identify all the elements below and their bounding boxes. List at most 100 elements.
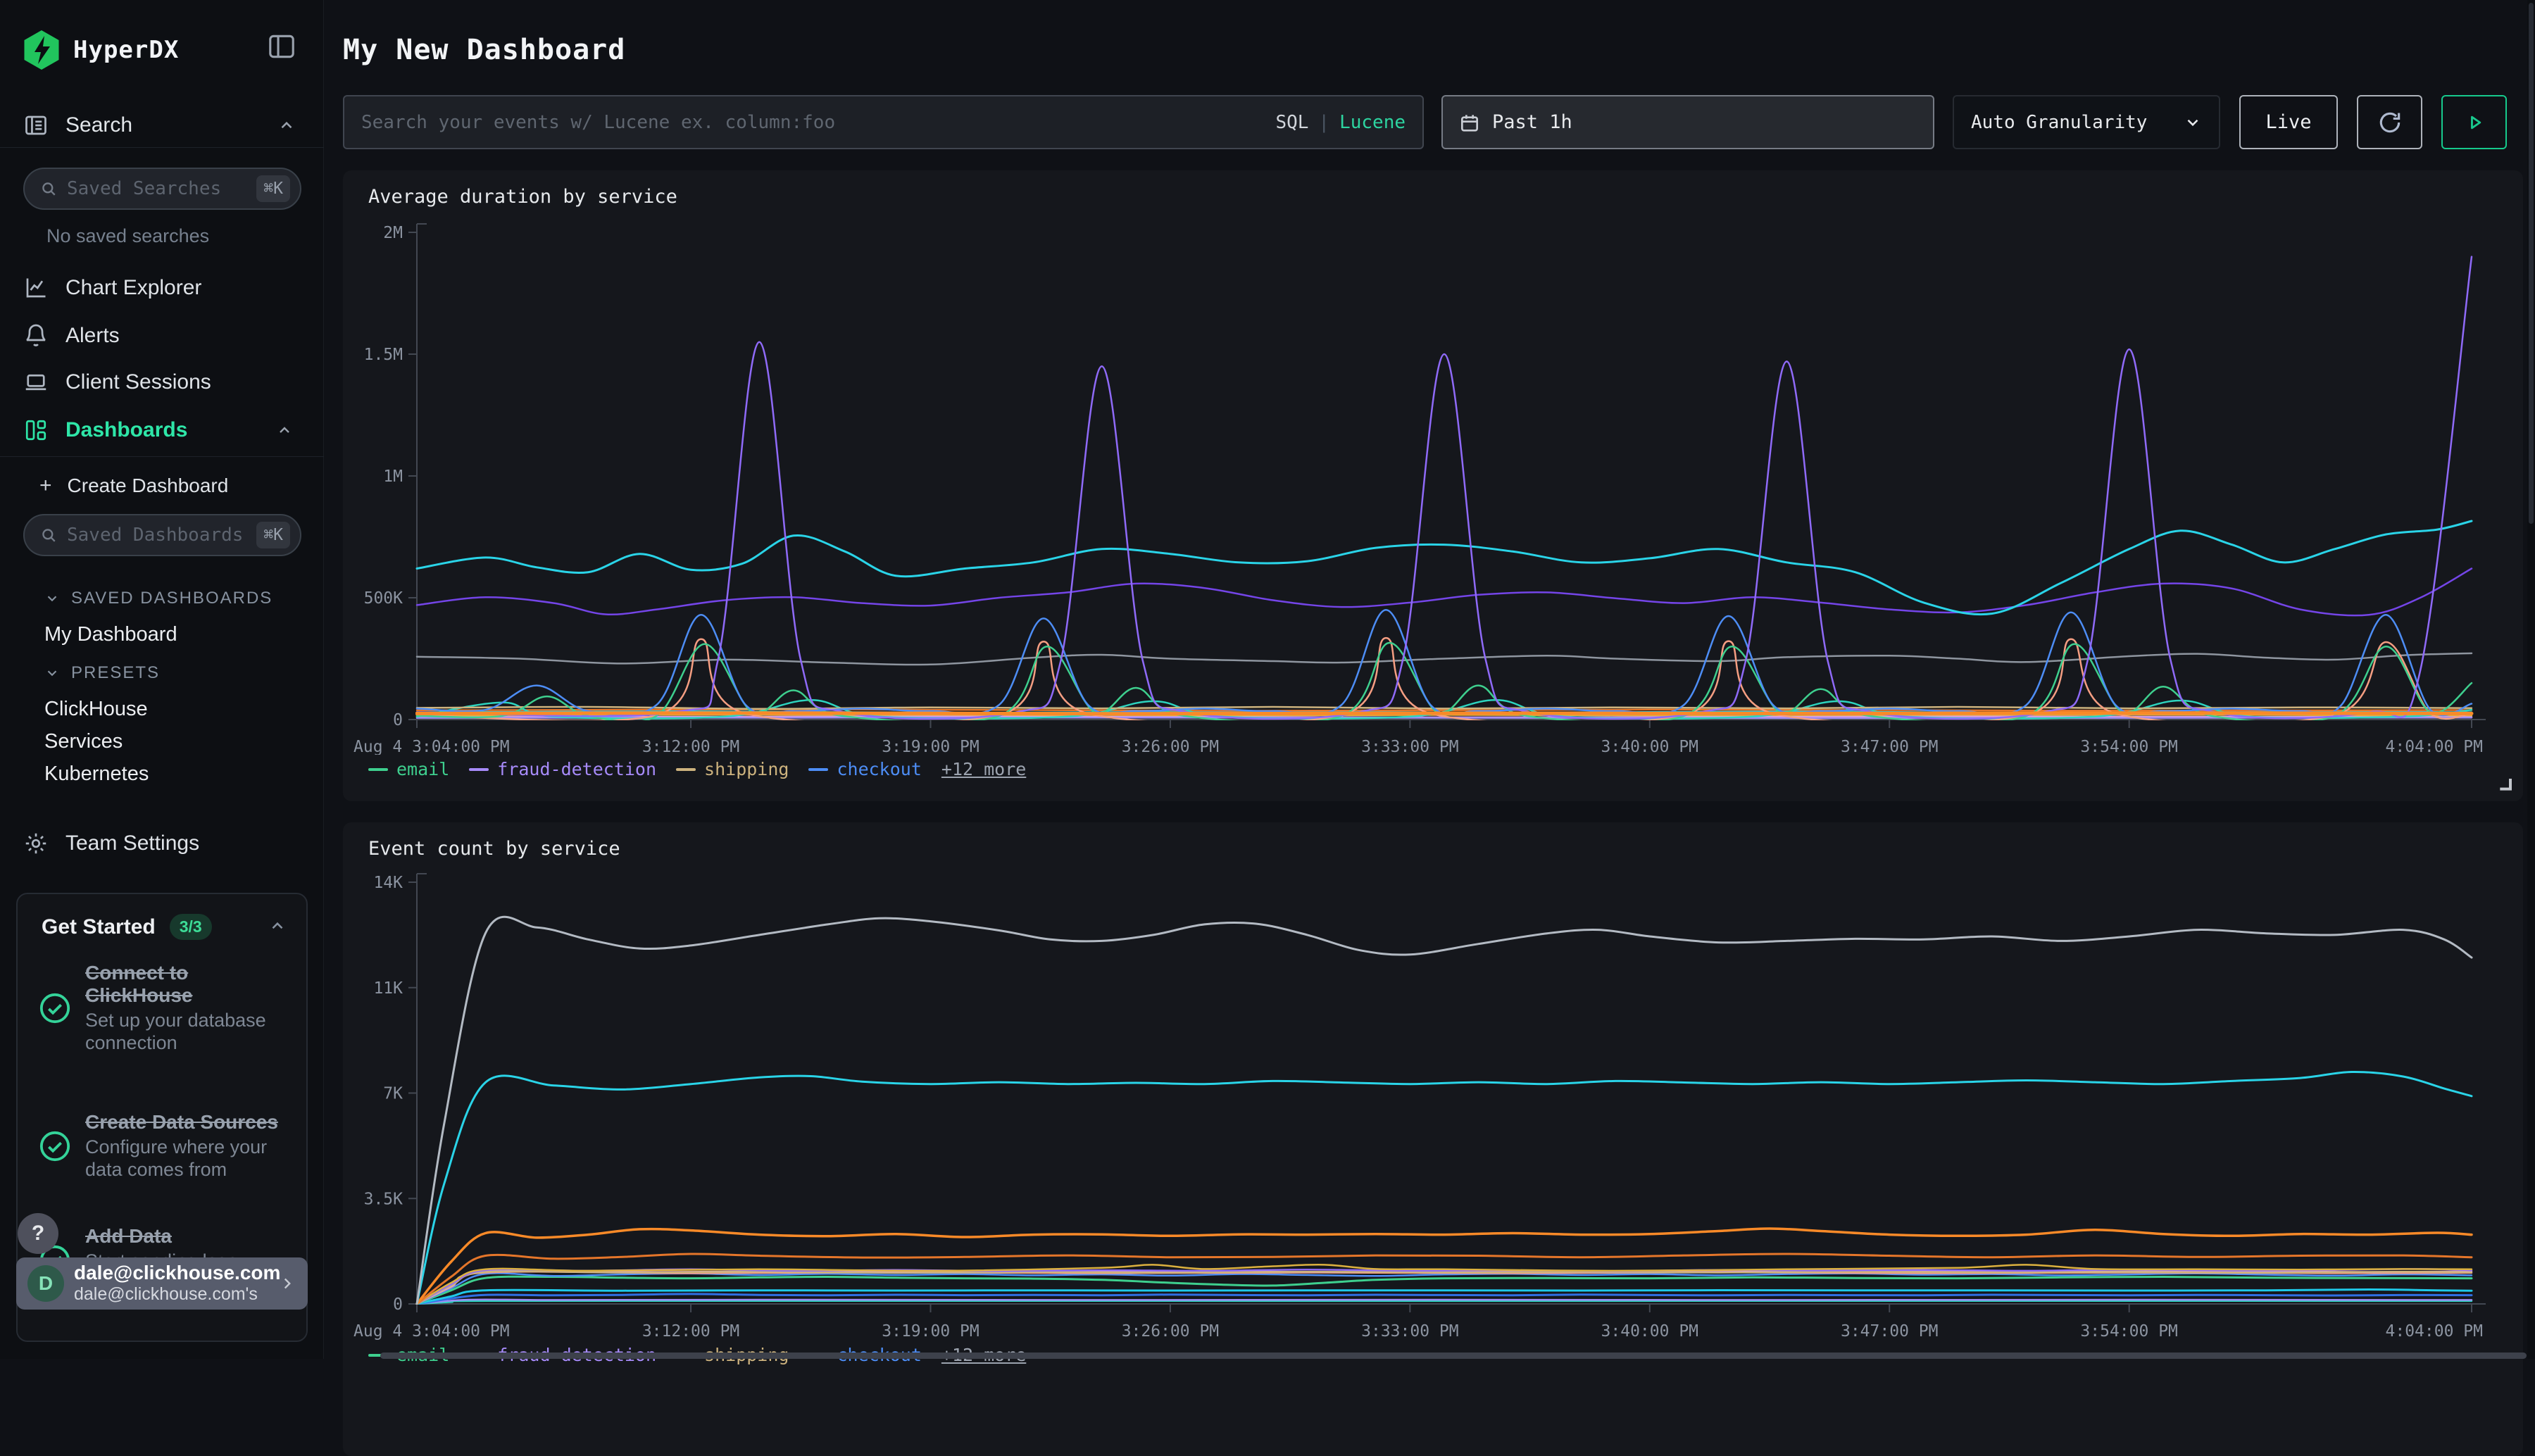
time-range-value: Past 1h	[1492, 111, 1572, 133]
legend-dash	[676, 768, 696, 771]
chevron-right-icon	[278, 1274, 296, 1293]
help-button[interactable]: ?	[18, 1213, 58, 1254]
bell-icon	[23, 323, 49, 349]
calendar-icon	[1458, 111, 1481, 134]
saved-dashboards-shortcut: ⌘K	[256, 522, 290, 548]
x-axis-tick-label: Aug 4 3:04:00 PM	[353, 1322, 510, 1341]
x-axis-tick-label: 3:47:00 PM	[1841, 738, 1938, 755]
chart-panel-duration[interactable]: Average duration by service 2M1.5M1M500K…	[343, 170, 2523, 801]
saved-searches-search[interactable]: ⌘K	[23, 168, 301, 210]
legend-dash	[808, 768, 828, 771]
y-axis-tick-label: 1M	[383, 467, 403, 486]
x-axis-tick-label: 3:54:00 PM	[2080, 1322, 2177, 1341]
create-dashboard-button[interactable]: + Create Dashboard	[0, 466, 324, 506]
search-section-label: Search	[65, 113, 132, 137]
event-search-bar[interactable]: SQL | Lucene	[343, 95, 1424, 149]
x-axis-tick-label: 3:12:00 PM	[642, 738, 739, 755]
sidebar-item-services[interactable]: Services	[0, 725, 324, 758]
y-axis-tick-label: 0	[393, 711, 403, 729]
legend-item-shipping[interactable]: shipping	[676, 759, 789, 779]
get-started-item-sources[interactable]: Create Data Sources Configure where your…	[39, 1111, 292, 1181]
y-axis-tick-label: 1.5M	[364, 346, 403, 364]
sidebar-item-team-settings[interactable]: Team Settings	[0, 822, 324, 865]
sidebar-item-chart-explorer[interactable]: Chart Explorer	[0, 265, 324, 311]
y-axis-tick-label: 500K	[364, 589, 403, 608]
user-org: dale@clickhouse.com's	[74, 1284, 268, 1305]
duration-chart[interactable]: 2M 1.5M 1M 500K 0 Aug 4 3:04:00 PM 3:12:00 PM 3…	[343, 170, 2523, 755]
x-axis-tick-label: 4:04:00 PM	[2386, 738, 2483, 755]
chart-legend: email fraud-detection shipping checkout +12 …	[368, 759, 1026, 779]
x-axis-tick-label: 3:19:00 PM	[882, 1322, 979, 1341]
sidebar-item-clickhouse[interactable]: ClickHouse	[0, 693, 324, 725]
legend-item-fraud-detection[interactable]: fraud-detection	[469, 759, 656, 779]
granularity-select[interactable]: Auto Granularity	[1953, 95, 2220, 149]
gear-icon	[23, 831, 49, 856]
resize-handle-icon[interactable]	[2496, 776, 2513, 793]
series-shipping	[417, 707, 2472, 709]
hyperdx-logo-icon	[21, 30, 62, 70]
sidebar-collapse-button[interactable]	[268, 34, 296, 59]
sidebar-item-client-sessions[interactable]: Client Sessions	[0, 359, 324, 406]
chevron-down-icon	[44, 665, 60, 681]
chart-panel-event-count[interactable]: Event count by service 14K11K7K3.5K0Aug …	[343, 822, 2523, 1456]
saved-dashboards-input[interactable]	[67, 525, 256, 546]
sidebar-item-alerts[interactable]: Alerts	[0, 313, 324, 359]
run-query-button[interactable]	[2441, 95, 2507, 149]
horizontal-scrollbar[interactable]	[380, 1353, 2527, 1359]
time-range-picker[interactable]: Past 1h	[1441, 95, 1934, 149]
y-axis-tick-label: 3.5K	[364, 1190, 403, 1208]
user-email: dale@clickhouse.com	[74, 1262, 268, 1284]
sidebar: HyperDX Search ⌘K No saved searches Char…	[0, 0, 324, 1359]
search-section-icon	[23, 113, 49, 138]
legend-item-checkout[interactable]: checkout	[808, 759, 921, 779]
y-axis-tick-label: 14K	[373, 874, 403, 892]
search-icon	[39, 525, 58, 545]
series-fraud-detection	[417, 257, 2472, 719]
lang-toggle-lucene[interactable]: Lucene	[1339, 112, 1406, 133]
page-title: My New Dashboard	[343, 34, 625, 66]
sidebar-item-kubernetes[interactable]: Kubernetes	[0, 758, 324, 790]
no-saved-searches-text: No saved searches	[46, 225, 209, 247]
legend-dash	[469, 768, 489, 771]
lang-separator: |	[1318, 112, 1329, 133]
x-axis-tick-label: 3:19:00 PM	[882, 738, 979, 755]
y-axis-tick-label: 11K	[373, 979, 403, 998]
saved-searches-shortcut: ⌘K	[256, 175, 290, 202]
chevron-up-icon	[277, 116, 296, 134]
y-axis-tick-label: 2M	[383, 224, 403, 242]
sidebar-item-dashboards[interactable]: Dashboards	[0, 407, 324, 453]
get-started-title: Get Started	[42, 915, 156, 939]
search-section-header[interactable]: Search	[0, 103, 324, 148]
legend-item-email[interactable]: email	[368, 759, 449, 779]
play-icon	[2462, 111, 2486, 134]
x-axis-tick-label: 3:54:00 PM	[2080, 738, 2177, 755]
saved-dashboards-section[interactable]: SAVED DASHBOARDS	[0, 584, 324, 613]
event-search-input[interactable]	[361, 112, 1275, 133]
legend-dash	[368, 768, 388, 771]
series-more-gray2	[417, 917, 2472, 1304]
saved-dashboards-search[interactable]: ⌘K	[23, 514, 301, 556]
chevron-up-icon[interactable]	[268, 917, 287, 935]
y-axis-tick-label: 0	[393, 1295, 403, 1314]
refresh-button[interactable]	[2357, 95, 2422, 149]
event-count-chart[interactable]: 14K11K7K3.5K0Aug 4 3:04:00 PM3:12:00 PM3…	[343, 822, 2523, 1343]
question-mark: ?	[32, 1222, 44, 1245]
check-circle-icon	[39, 962, 71, 1055]
chart-explorer-icon	[23, 275, 49, 301]
lang-toggle-sql[interactable]: SQL	[1275, 112, 1308, 133]
sidebar-item-my-dashboard[interactable]: My Dashboard	[0, 618, 324, 651]
live-button[interactable]: Live	[2239, 95, 2338, 149]
get-started-item-connect[interactable]: Connect to ClickHouse Set up your databa…	[39, 962, 292, 1055]
user-menu[interactable]: D dale@clickhouse.com dale@clickhouse.co…	[16, 1257, 308, 1310]
refresh-icon	[2377, 109, 2403, 136]
x-axis-tick-label: 3:40:00 PM	[1601, 1322, 1698, 1341]
laptop-icon	[23, 370, 49, 395]
x-axis-tick-label: 3:40:00 PM	[1601, 738, 1698, 755]
saved-searches-input[interactable]	[67, 178, 256, 199]
y-axis-tick-label: 7K	[383, 1085, 403, 1103]
x-axis-tick-label: Aug 4 3:04:00 PM	[353, 738, 510, 755]
check-circle-icon	[39, 1111, 71, 1181]
legend-more-link[interactable]: +12 more	[941, 759, 1026, 779]
presets-section[interactable]: PRESETS	[0, 659, 324, 687]
vertical-scrollbar[interactable]	[2527, 0, 2535, 1359]
